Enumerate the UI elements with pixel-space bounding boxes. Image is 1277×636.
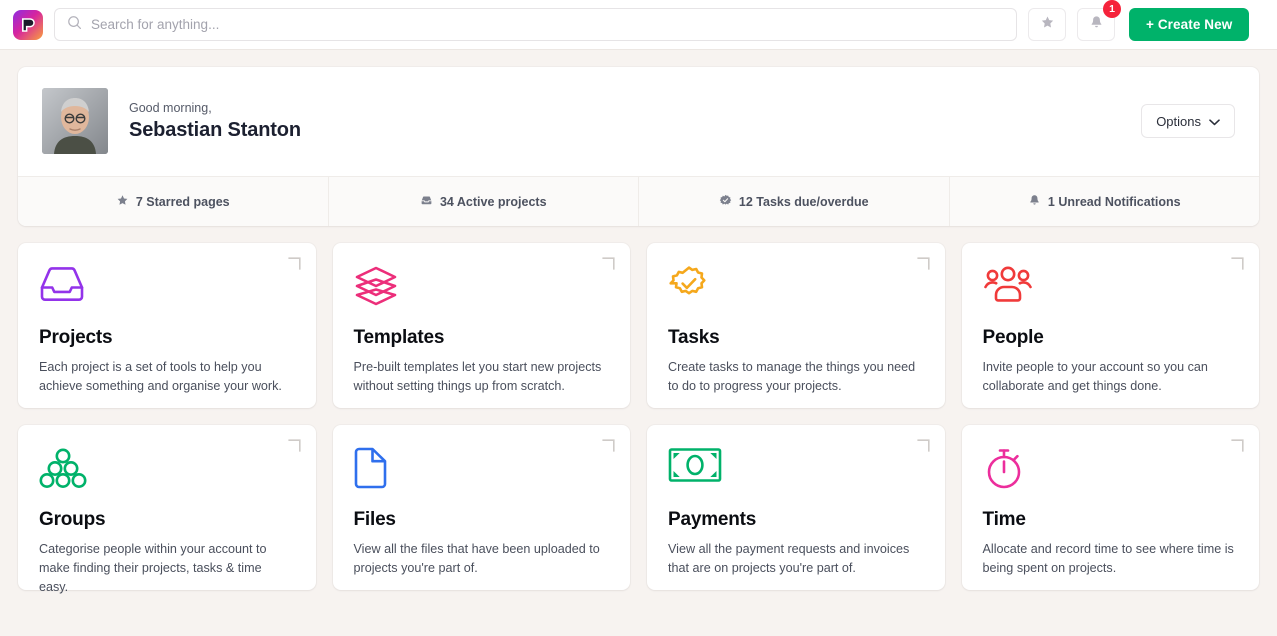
greeting-panel: Good morning, Sebastian Stanton Options [18, 67, 1259, 226]
stats-strip: 7 Starred pages 34 Active projects 12 Ta… [18, 176, 1259, 226]
document-icon [354, 447, 609, 495]
tile-description: Invite people to your account so you can… [982, 360, 1208, 394]
corner-expand-icon [287, 439, 301, 457]
bell-icon [1089, 15, 1104, 35]
tile-title: Time [982, 509, 1026, 530]
tile-title: People [982, 327, 1044, 348]
tile-title: Projects [39, 327, 113, 348]
tile-title: Tasks [668, 327, 720, 348]
tile-people[interactable]: People Invite people to your account so … [961, 243, 1259, 408]
stopwatch-icon [983, 447, 1238, 495]
page-content: Good morning, Sebastian Stanton Options [0, 50, 1277, 594]
greeting-row: Good morning, Sebastian Stanton Options [18, 67, 1259, 176]
corner-expand-icon [916, 257, 930, 275]
tile-templates[interactable]: Templates Pre-built templates let you st… [332, 243, 630, 408]
stat-label: 34 Active projects [439, 194, 547, 209]
tile-description: Allocate and record time to see where ti… [982, 542, 1234, 576]
tile-title: Templates [353, 327, 445, 348]
inbox-icon [420, 194, 433, 210]
corner-expand-icon [602, 439, 615, 457]
tile-title: Payments [668, 509, 757, 530]
badge-check-icon [719, 194, 732, 210]
corner-expand-icon [1231, 257, 1244, 275]
banknote-icon [668, 447, 923, 495]
badge-check-icon [668, 265, 923, 313]
feature-tile-grid: Projects Each project is a set of tools … [18, 243, 1259, 594]
star-icon [116, 194, 129, 210]
tile-description: Create tasks to manage the things you ne… [668, 360, 916, 394]
corner-expand-icon [916, 439, 930, 457]
stat-label: 12 Tasks due/overdue [738, 194, 869, 209]
flow-p-logo-icon[interactable] [13, 9, 43, 40]
tile-groups[interactable]: Groups Categorise people within your acc… [18, 425, 316, 594]
search-icon [67, 15, 82, 35]
corner-expand-icon [602, 257, 615, 275]
star-icon [1040, 15, 1055, 35]
greeting-salutation: Good morning, [129, 100, 212, 115]
stat-label: 7 Starred pages [135, 194, 230, 209]
tile-projects[interactable]: Projects Each project is a set of tools … [18, 243, 316, 408]
circles-pyramid-icon [39, 447, 294, 495]
tile-payments[interactable]: Payments View all the payment requests a… [647, 425, 945, 590]
top-bar: 1 + Create New [0, 0, 1277, 50]
stat-unread-notifications[interactable]: 1 Unread Notifications [950, 177, 1260, 226]
avatar [42, 88, 108, 154]
tile-description: Each project is a set of tools to help y… [39, 360, 282, 394]
tile-files[interactable]: Files View all the files that have been … [332, 425, 630, 590]
corner-expand-icon [287, 257, 301, 275]
stat-tasks-due[interactable]: 12 Tasks due/overdue [639, 177, 950, 226]
stat-active-projects[interactable]: 34 Active projects [329, 177, 639, 226]
notifications-button[interactable]: 1 [1077, 0, 1121, 41]
people-group-icon [983, 265, 1238, 313]
tile-description: Pre-built templates let you start new pr… [353, 360, 602, 394]
layers-icon [354, 265, 609, 313]
tile-title: Files [353, 509, 397, 530]
tile-tasks[interactable]: Tasks Create tasks to manage the things … [647, 243, 945, 408]
search-bar[interactable] [54, 8, 1017, 41]
create-new-button[interactable]: + Create New [1129, 8, 1250, 41]
notifications-badge: 1 [1103, 0, 1121, 18]
tile-time[interactable]: Time Allocate and record time to see whe… [961, 425, 1259, 590]
inbox-tray-icon [39, 265, 294, 313]
corner-expand-icon [1231, 439, 1244, 457]
stat-starred-pages[interactable]: 7 Starred pages [18, 177, 329, 226]
tile-description: View all the payment requests and invoic… [668, 542, 910, 576]
options-button[interactable]: Options [1141, 104, 1235, 138]
starred-pages-button[interactable] [1028, 8, 1066, 41]
options-button-label: Options [1156, 113, 1201, 129]
chevron-down-icon [1209, 114, 1220, 129]
user-name: Sebastian Stanton [129, 118, 301, 141]
tile-description: View all the files that have been upload… [353, 542, 600, 576]
tile-title: Groups [39, 509, 106, 530]
search-input[interactable] [91, 17, 1004, 32]
greeting-text: Good morning, Sebastian Stanton [129, 101, 301, 142]
tile-description: Categorise people within your account to… [39, 542, 267, 595]
bell-icon [1028, 194, 1041, 210]
stat-label: 1 Unread Notifications [1047, 194, 1181, 209]
